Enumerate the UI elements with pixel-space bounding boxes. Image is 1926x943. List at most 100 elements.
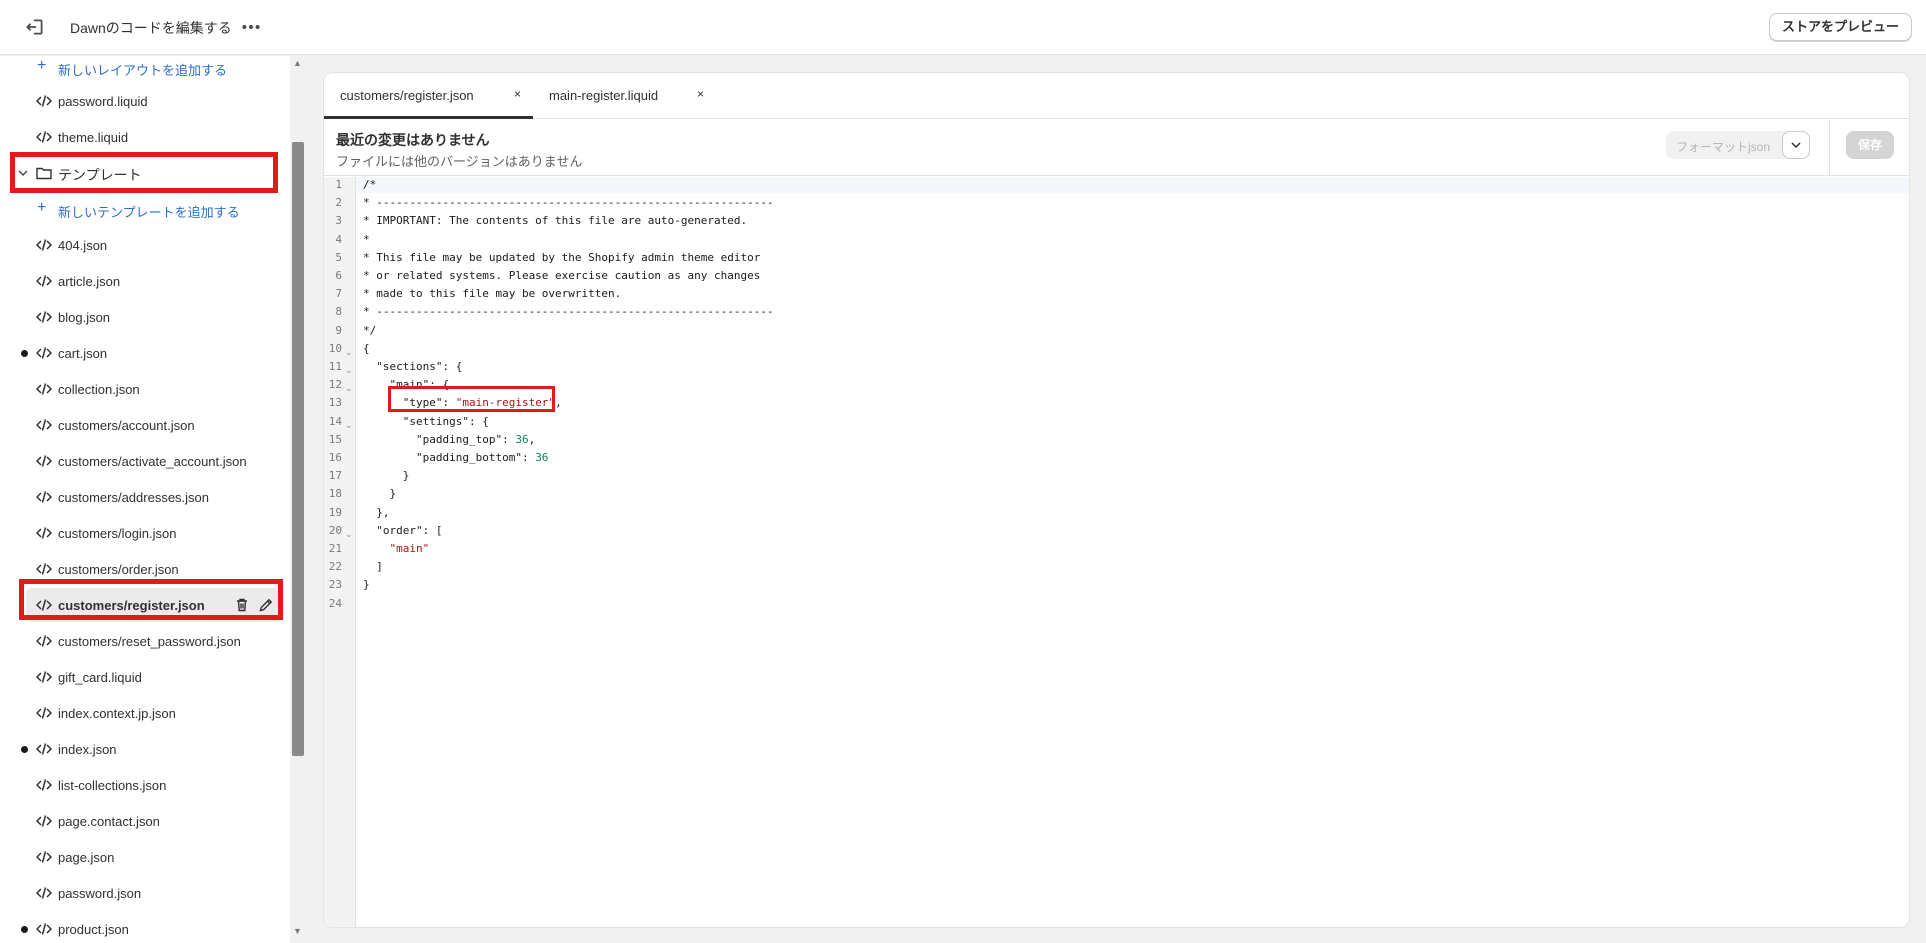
code-line: * --------------------------------------… bbox=[363, 196, 774, 210]
file-label: password.liquid bbox=[58, 94, 148, 109]
scrollbar-thumb[interactable] bbox=[292, 142, 304, 756]
code-icon bbox=[36, 707, 52, 719]
format-options-dropdown[interactable] bbox=[1782, 131, 1810, 159]
file-label: gift_card.liquid bbox=[58, 670, 142, 685]
code-line: * This file may be updated by the Shopif… bbox=[363, 250, 761, 264]
file-label: customers/addresses.json bbox=[58, 490, 210, 505]
plus-icon: + bbox=[37, 199, 47, 216]
code-line: "padding_top": 36, bbox=[363, 432, 536, 446]
code-icon bbox=[36, 419, 52, 431]
code-icon bbox=[36, 815, 52, 827]
code-icon bbox=[36, 491, 52, 503]
code-line: * made to this file may be overwritten. bbox=[363, 287, 622, 301]
top-bar: Dawnのコードを編集する ストアをプレビュー bbox=[0, 0, 1926, 55]
line-number: 6 bbox=[335, 269, 342, 282]
code-icon bbox=[36, 743, 52, 755]
exit-icon[interactable] bbox=[24, 16, 46, 38]
file-item[interactable]: blog.json bbox=[0, 300, 290, 334]
code-line: } bbox=[363, 487, 397, 501]
more-icon[interactable] bbox=[240, 16, 262, 38]
line-number: 4 bbox=[335, 232, 342, 246]
file-item[interactable]: cart.json bbox=[0, 336, 290, 370]
save-button[interactable]: 保存 bbox=[1846, 131, 1894, 159]
folder-label: テンプレート bbox=[58, 167, 142, 183]
code-line: ] bbox=[363, 560, 383, 574]
line-number: 16 bbox=[328, 451, 342, 464]
fold-chevron-icon[interactable]: ⌄ bbox=[345, 361, 353, 379]
code-icon bbox=[36, 275, 52, 287]
close-tab-icon[interactable]: × bbox=[514, 87, 521, 101]
add-layout-link[interactable]: + 新しいレイアウトを追加する bbox=[0, 56, 290, 84]
file-item[interactable]: product.json bbox=[0, 912, 290, 943]
file-label: list-collections.json bbox=[58, 778, 167, 793]
format-json-button[interactable]: フォーマットjson bbox=[1666, 131, 1796, 159]
line-number: 12 bbox=[328, 378, 342, 392]
file-item[interactable]: page.json bbox=[0, 840, 290, 874]
modified-dot-icon bbox=[21, 350, 28, 357]
add-template-label: 新しいテンプレートを追加する bbox=[58, 205, 240, 220]
file-item[interactable]: 404.json bbox=[0, 228, 290, 262]
file-label: 404.json bbox=[58, 238, 108, 253]
code-line: "main": { bbox=[363, 378, 450, 392]
line-number: 2 bbox=[335, 196, 342, 210]
modified-dot-icon bbox=[21, 746, 28, 753]
file-item[interactable]: gift_card.liquid bbox=[0, 660, 290, 694]
tab-label: main-register.liquid bbox=[549, 88, 659, 103]
tab-main-register-liquid[interactable]: main-register.liquid × bbox=[533, 73, 713, 119]
code-icon bbox=[36, 851, 52, 863]
preview-store-button[interactable]: ストアをプレビュー bbox=[1768, 13, 1912, 41]
file-item[interactable]: customers/order.json bbox=[0, 552, 290, 586]
code-icon bbox=[36, 923, 52, 935]
fold-chevron-icon[interactable]: ⌄ bbox=[345, 416, 353, 434]
folder-icon bbox=[36, 167, 52, 180]
editor-tabs: customers/register.json × main-register.… bbox=[324, 73, 1909, 119]
line-number: 18 bbox=[328, 487, 342, 501]
code-line: "main" bbox=[389, 542, 430, 555]
line-number: 21 bbox=[328, 542, 342, 555]
line-number: 3 bbox=[335, 214, 342, 228]
file-item[interactable]: customers/login.json bbox=[0, 516, 290, 550]
file-label: index.json bbox=[58, 742, 117, 757]
file-item-password-liquid[interactable]: password.liquid bbox=[0, 84, 290, 118]
trash-icon[interactable] bbox=[234, 597, 250, 613]
code-icon bbox=[36, 131, 52, 143]
file-item[interactable]: page.contact.json bbox=[0, 804, 290, 838]
file-item-theme-liquid[interactable]: theme.liquid bbox=[0, 120, 290, 154]
code-icon bbox=[36, 527, 52, 539]
code-line: * or related systems. Please exercise ca… bbox=[363, 269, 761, 282]
file-info-bar: 最近の変更はありません ファイルには他のバージョンはありません フォーマットjs… bbox=[324, 120, 1909, 176]
scroll-up-arrow-icon[interactable]: ▲ bbox=[293, 58, 302, 68]
file-item[interactable]: index.json bbox=[0, 732, 290, 766]
file-item[interactable]: collection.json bbox=[0, 372, 290, 406]
code-line: "order": [ bbox=[363, 523, 443, 537]
file-item[interactable]: customers/register.json bbox=[26, 588, 282, 622]
file-item[interactable]: customers/reset_password.json bbox=[0, 624, 290, 658]
folder-templates[interactable]: テンプレート bbox=[0, 156, 290, 190]
line-number: 20 bbox=[328, 523, 342, 537]
divider bbox=[1829, 120, 1830, 176]
file-item[interactable]: password.json bbox=[0, 876, 290, 910]
add-template-link[interactable]: + 新しいテンプレートを追加する bbox=[0, 192, 290, 226]
file-item[interactable]: article.json bbox=[0, 264, 290, 298]
code-editor[interactable]: 1 /* 2 * ----------------------------------… bbox=[324, 177, 1909, 927]
line-number: 8 bbox=[335, 305, 342, 319]
file-label: theme.liquid bbox=[58, 130, 129, 145]
code-icon bbox=[36, 383, 52, 395]
file-item[interactable]: index.context.jp.json bbox=[0, 696, 290, 730]
fold-chevron-icon[interactable]: ⌄ bbox=[345, 343, 353, 361]
file-item[interactable]: customers/activate_account.json bbox=[0, 444, 290, 478]
fold-chevron-icon[interactable]: ⌄ bbox=[345, 379, 353, 397]
file-label: product.json bbox=[58, 922, 129, 937]
close-tab-icon[interactable]: × bbox=[697, 87, 704, 101]
file-item[interactable]: customers/account.json bbox=[0, 408, 290, 442]
pencil-icon[interactable] bbox=[258, 597, 274, 613]
file-item[interactable]: list-collections.json bbox=[0, 768, 290, 802]
tab-customers-register-json[interactable]: customers/register.json × bbox=[324, 73, 533, 119]
line-number: 17 bbox=[328, 469, 342, 483]
code-line: "type": "main-register", bbox=[363, 396, 562, 410]
scroll-down-arrow-icon[interactable]: ▼ bbox=[293, 926, 302, 936]
file-item[interactable]: customers/addresses.json bbox=[0, 480, 290, 514]
fold-chevron-icon[interactable]: ⌄ bbox=[345, 525, 353, 543]
code-line: } bbox=[363, 469, 410, 483]
code-line: "settings": { bbox=[363, 414, 489, 428]
